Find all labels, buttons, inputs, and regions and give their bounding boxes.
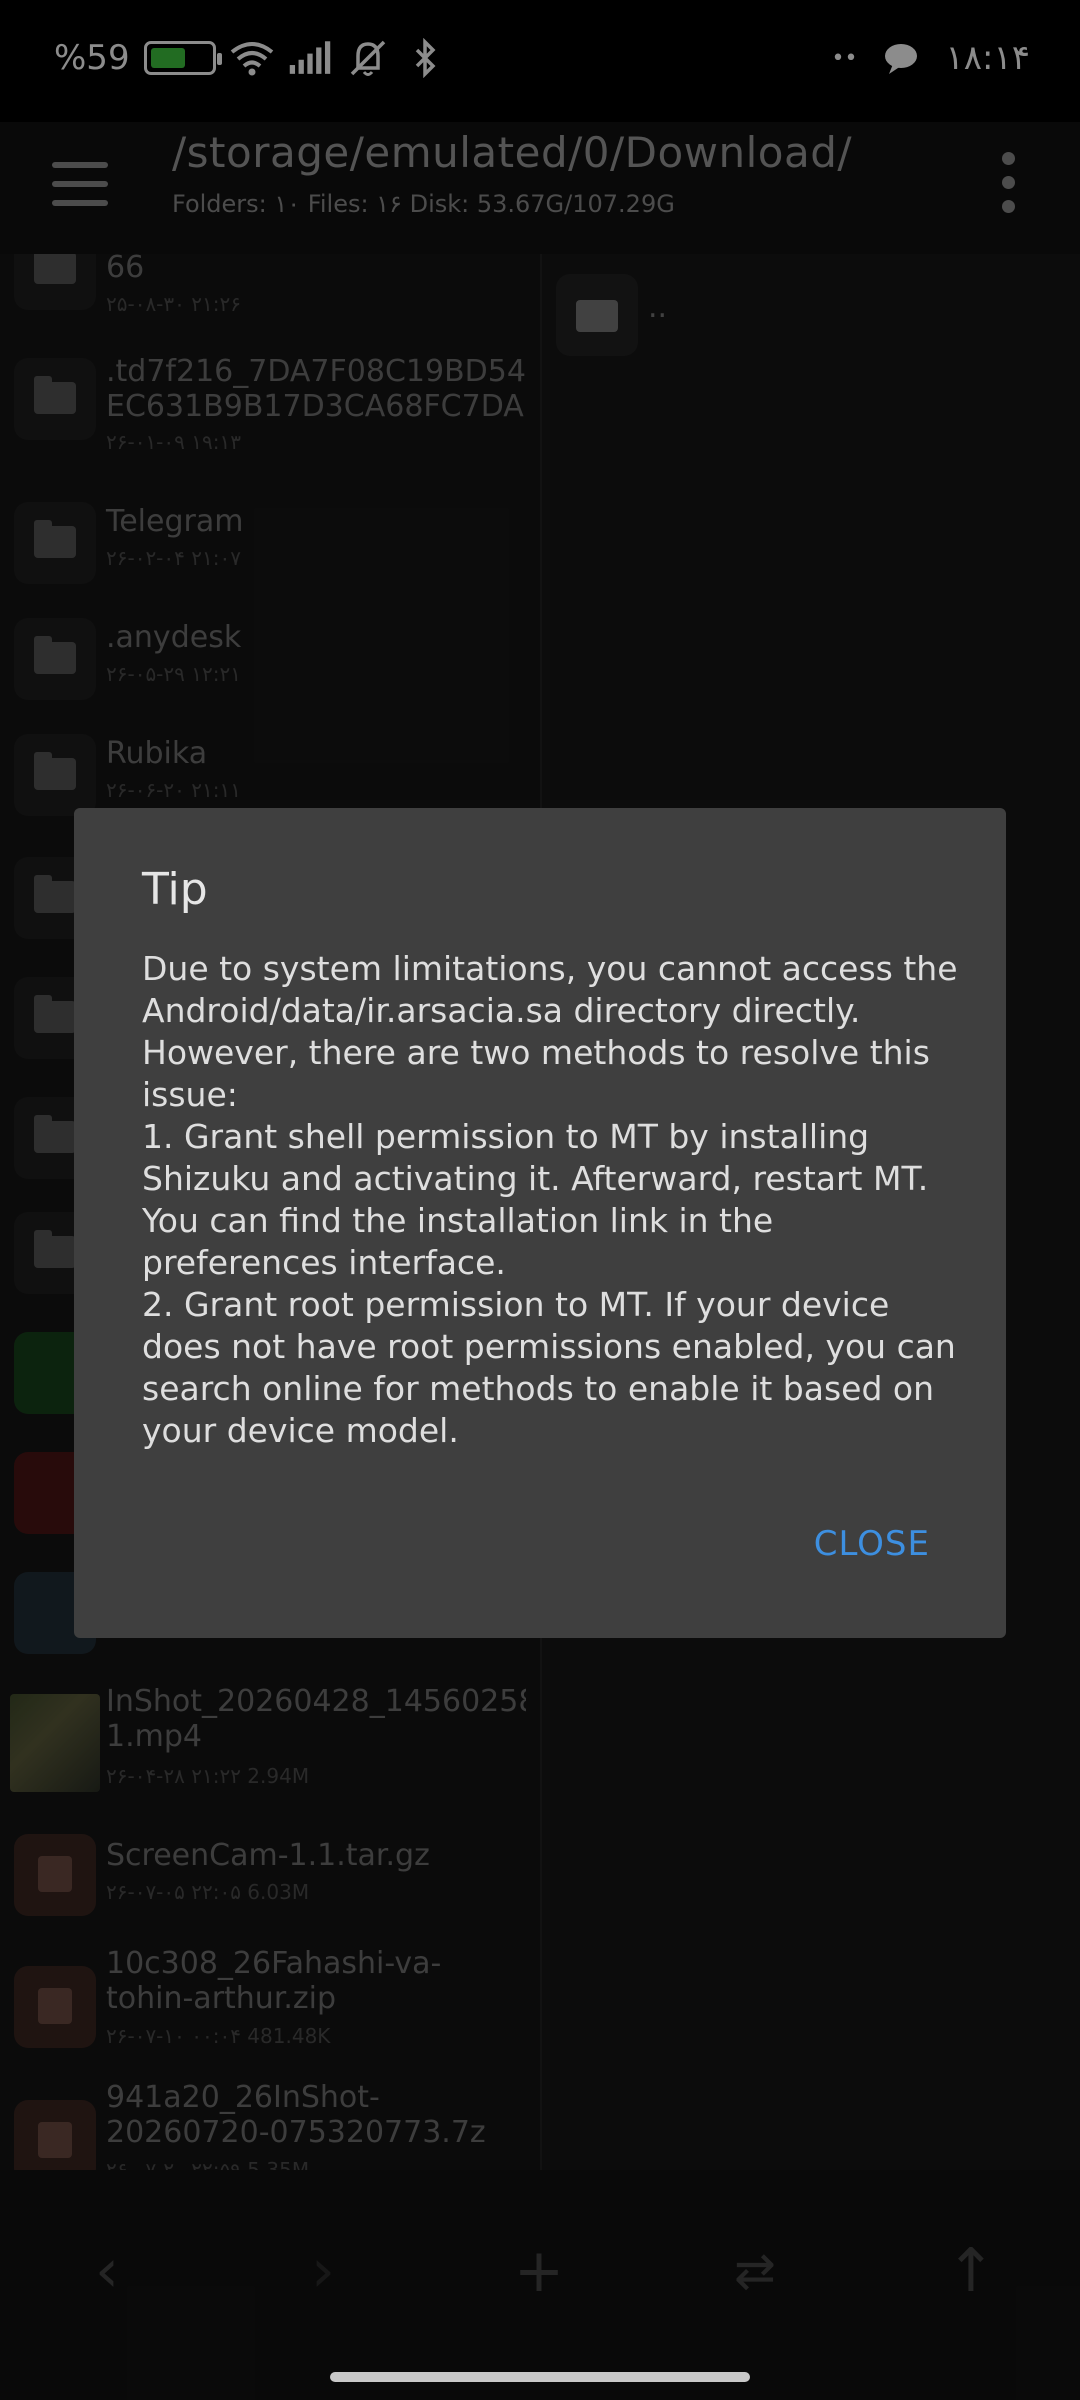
home-indicator[interactable] [330, 2372, 750, 2382]
close-button[interactable]: CLOSE [814, 1524, 930, 1564]
tip-dialog: Tip Due to system limitations, you canno… [74, 808, 1006, 1638]
dialog-message: Due to system limitations, you cannot ac… [142, 949, 958, 1450]
dialog-title: Tip [142, 864, 208, 915]
